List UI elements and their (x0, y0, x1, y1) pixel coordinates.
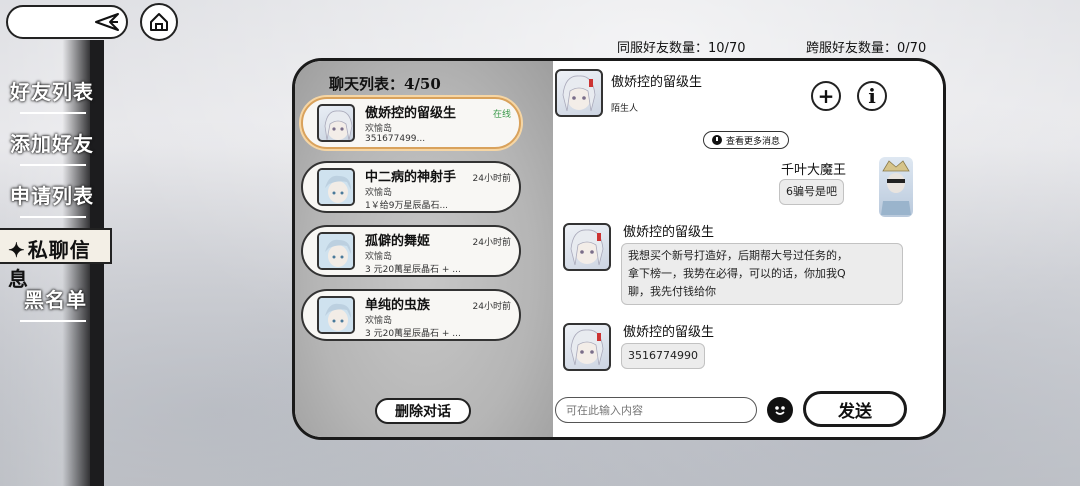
active-diamond-icon: ✦ (8, 238, 26, 262)
chat-item-time: 24小时前 (472, 302, 511, 312)
message-bubble: 3516774990 (621, 343, 705, 369)
chat-list-title: 聊天列表：4/50 (329, 75, 441, 93)
avatar (317, 232, 355, 270)
back-arrow-icon (95, 13, 119, 31)
avatar (317, 296, 355, 334)
emoji-button[interactable] (767, 397, 793, 423)
sidebar-item-private-messages[interactable]: ✦ 私聊信息 (0, 228, 112, 291)
message-line: 我想买个新号打造好，后期帮大号过任务的， (628, 249, 848, 262)
chat-item-name: 单纯的虫族 (365, 298, 431, 313)
message-bubble: 6骗号是吧 (779, 179, 844, 205)
sidebar-item-label: 黑名单 (24, 288, 87, 312)
divider (20, 320, 86, 322)
view-more-messages-button[interactable]: 查看更多消息 (703, 131, 790, 149)
chat-item-time: 24小时前 (472, 238, 511, 248)
add-friend-button[interactable]: + (811, 81, 841, 111)
view-more-label: 查看更多消息 (726, 136, 781, 147)
online-status: 在线 (492, 110, 511, 120)
chat-item-server: 欢愉岛 (365, 124, 393, 134)
sidebar-item-blacklist[interactable]: 黑名单 (20, 284, 112, 322)
sidebar-item-request-list[interactable]: 申请列表 (10, 180, 98, 218)
chat-list-pane: 聊天列表：4/50 傲娇控的留级生 欢愉岛 351677499... 在线 中二… (295, 61, 553, 437)
chat-item-name: 傲娇控的留级生 (365, 106, 457, 121)
divider (20, 164, 86, 166)
avatar (317, 104, 355, 142)
cross-server-value: 0/70 (897, 41, 927, 56)
sidebar-item-label: 添加好友 (10, 132, 94, 156)
chat-item-server: 欢愉岛 (365, 252, 393, 262)
message-line: 拿下榜一，我势在必得，可以的话，你加我Q (628, 267, 846, 280)
message-line: 聊，我先付钱给你 (628, 285, 716, 298)
info-button[interactable]: i (857, 81, 887, 111)
delete-conversation-button[interactable]: 删除对话 (375, 398, 471, 424)
sender-avatar[interactable] (879, 157, 913, 217)
divider (20, 216, 86, 218)
message-sender: 傲娇控的留级生 (623, 325, 715, 340)
chat-list-item[interactable]: 中二病的神射手 欢愉岛 1￥给9万星辰晶石... 24小时前 (301, 161, 521, 213)
chat-item-name: 中二病的神射手 (365, 170, 457, 185)
message-sender: 傲娇控的留级生 (623, 225, 715, 240)
sender-avatar[interactable] (563, 323, 611, 371)
home-icon (150, 13, 168, 31)
partner-name: 傲娇控的留级生 (611, 75, 703, 90)
chat-item-snippet: 3 元20萬星辰晶石 + ... (365, 329, 461, 339)
info-icon: i (868, 84, 876, 108)
divider (20, 112, 86, 114)
same-server-label: 同服好友数量： (617, 41, 709, 56)
sidebar-item-label: 申请列表 (10, 184, 94, 208)
chat-item-server: 欢愉岛 (365, 316, 393, 326)
chat-item-name: 孤僻的舞姬 (365, 234, 431, 249)
chat-item-server: 欢愉岛 (365, 188, 393, 198)
clock-icon (712, 135, 722, 145)
chat-item-snippet: 351677499... (365, 134, 426, 144)
chat-list-item[interactable]: 孤僻的舞姬 欢愉岛 3 元20萬星辰晶石 + ... 24小时前 (301, 225, 521, 277)
chat-item-snippet: 1￥给9万星辰晶石... (365, 201, 449, 211)
chat-item-snippet: 3 元20萬星辰晶石 + ... (365, 265, 461, 275)
message-bubble: 我想买个新号打造好，后期帮大号过任务的， 拿下榜一，我势在必得，可以的话，你加我… (621, 243, 903, 305)
partner-relation: 陌生人 (611, 104, 639, 114)
chat-list-item[interactable]: 单纯的虫族 欢愉岛 3 元20萬星辰晶石 + ... 24小时前 (301, 289, 521, 341)
chat-list-item[interactable]: 傲娇控的留级生 欢愉岛 351677499... 在线 (301, 97, 521, 149)
same-server-value: 10/70 (708, 41, 746, 56)
sender-avatar[interactable] (563, 223, 611, 271)
chat-panel: 聊天列表：4/50 傲娇控的留级生 欢愉岛 351677499... 在线 中二… (292, 58, 946, 440)
back-button[interactable] (6, 5, 128, 39)
home-button[interactable] (140, 3, 178, 41)
cross-server-friend-count: 跨服好友数量：0/70 (806, 37, 926, 56)
sidebar-item-label: 好友列表 (10, 80, 94, 104)
avatar (317, 168, 355, 206)
cross-server-label: 跨服好友数量： (806, 41, 898, 56)
emoji-icon (775, 406, 785, 415)
send-button[interactable]: 发送 (803, 391, 907, 427)
sidebar-item-add-friend[interactable]: 添加好友 (10, 128, 98, 166)
sidebar-item-friend-list[interactable]: 好友列表 (10, 76, 98, 114)
same-server-friend-count: 同服好友数量：10/70 (617, 37, 745, 56)
chat-item-time: 24小时前 (472, 174, 511, 184)
plus-icon: + (817, 84, 835, 108)
message-sender: 千叶大魔王 (781, 163, 847, 178)
message-input[interactable] (555, 397, 757, 423)
partner-avatar[interactable] (555, 69, 603, 117)
conversation-pane: 傲娇控的留级生 陌生人 + i 查看更多消息 千叶大魔王 6骗号是吧 傲娇控的留… (553, 61, 943, 437)
